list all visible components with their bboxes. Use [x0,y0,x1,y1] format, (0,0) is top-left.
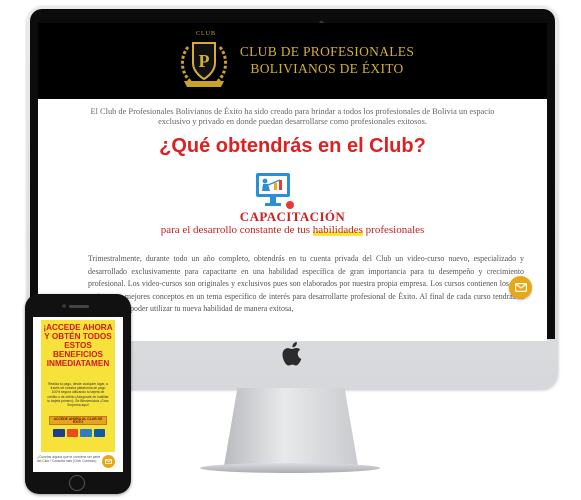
benefit-subtitle-highlight: habilidades [312,224,363,236]
mastercard-icon [66,429,78,437]
phone-speaker [69,305,89,308]
imac-stand-base [200,463,380,473]
phone-contact-text: ¿Cuentas alguna que te conviene ser part… [37,455,101,464]
site-title-line1: CLUB DE PROFESIONALES [239,44,415,59]
promo-banner[interactable]: ¡ACCEDE AHORA Y OBTÉN TODOS ESTOS BENEFI… [41,320,115,452]
phone-mail-button[interactable] [102,455,115,468]
site-header: P CLUB CLUB DE PROFESIONALES BOLIVIANOS … [38,23,547,99]
svg-text:P: P [199,51,210,71]
phone-home-button[interactable] [69,475,85,491]
emblem-label: CLUB [196,31,217,37]
imac-stand [224,388,358,466]
club-emblem-icon: P [181,42,227,87]
promo-body: Realiza tu pago, desde cualquier lugar, … [47,382,109,408]
phone-screen: ¡ACCEDE AHORA Y OBTÉN TODOS ESTOS BENEFI… [33,317,123,472]
site-title-line2: BOLIVIANOS DE ÉXITO [250,61,404,76]
promo-headline: ¡ACCEDE AHORA Y OBTÉN TODOS ESTOS BENEFI… [43,323,113,368]
benefit-description: Trimestralmente, durante todo un año com… [88,254,524,314]
phone-camera [62,304,66,308]
section-heading: ¿Qué obtendrás en el Club? [159,135,426,157]
training-icon [256,173,294,209]
benefit-title: CAPACITACIÓN [239,209,346,224]
mail-button[interactable] [509,276,532,299]
intro-paragraph: El Club de Profesionales Bolivianos de É… [90,107,495,126]
payment-cards [53,429,105,437]
benefit-subtitle-start: para el desarrollo constante de tus [160,224,313,236]
envelope-icon [105,459,112,464]
apple-logo-icon [282,342,302,366]
benefit-subtitle-end: profesionales [362,224,425,236]
paypal-icon [93,429,105,437]
amex-card-icon [80,429,92,437]
benefit-subtitle: para el desarrollo constante de tus habi… [38,224,547,236]
visa-card-icon [53,429,65,437]
promo-cta-button[interactable]: ACCEDE AHORA AL CLUB DE ÉXITO [49,416,107,425]
phone-device: ¡ACCEDE AHORA Y OBTÉN TODOS ESTOS BENEFI… [25,294,131,494]
site-title[interactable]: CLUB DE PROFESIONALES BOLIVIANOS DE ÉXIT… [232,43,422,77]
envelope-icon [514,283,527,292]
